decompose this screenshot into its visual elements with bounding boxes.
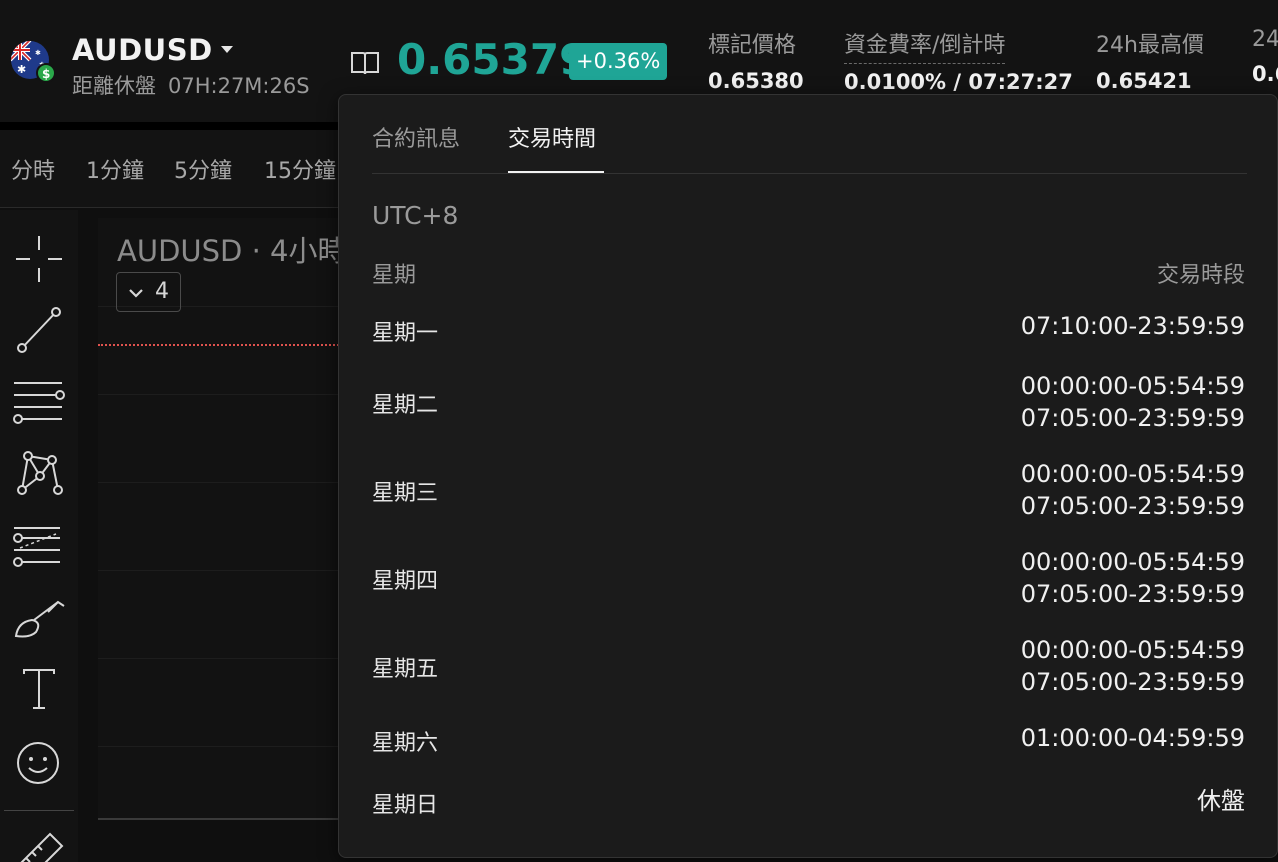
session-range: 07:05:00-23:59:59	[1020, 404, 1245, 432]
svg-text:$: $	[42, 67, 50, 81]
stat-24h-high: 24h最高價 0.65421	[1096, 27, 1204, 93]
last-price: 0.65379	[397, 35, 589, 84]
timeframe-1m[interactable]: 1分鐘	[86, 153, 144, 185]
stat-funding-rate[interactable]: 資金費率/倒計時 0.0100% / 07:27:27	[844, 27, 1073, 94]
schedule-session-tue: 00:00:00-05:54:59 07:05:00-23:59:59	[1021, 370, 1245, 434]
stat-value: 0.65421	[1096, 69, 1192, 93]
schedule-session-sun: 休盤	[1197, 785, 1245, 817]
contract-info-popup: 合約訊息 交易時間 UTC+8 星期 交易時段 星期一 07:10:00-23:…	[338, 94, 1278, 858]
schedule-session-wed: 00:00:00-05:54:59 07:05:00-23:59:59	[1021, 458, 1245, 522]
schedule-session-fri: 00:00:00-05:54:59 07:05:00-23:59:59	[1021, 634, 1245, 698]
ruler-icon	[20, 832, 64, 862]
svg-text:✱: ✱	[17, 63, 26, 76]
crosshair-icon	[16, 236, 62, 282]
schedule-day-tue: 星期二	[372, 393, 439, 418]
session-range: 00:00:00-05:54:59	[1020, 372, 1245, 400]
market-status: 距離休盤 07H:27M:26S	[72, 70, 310, 100]
timeframe-5m[interactable]: 5分鐘	[174, 153, 232, 185]
session-range: 00:00:00-05:54:59	[1020, 460, 1245, 488]
close-countdown: 07H:27M:26S	[168, 74, 310, 98]
horizontal-lines-tool[interactable]	[12, 375, 66, 429]
stat-label: 24h最高價	[1096, 33, 1204, 58]
brush-icon	[14, 600, 65, 638]
fib-icon	[13, 527, 60, 567]
stat-value: 0.0100% / 07:27:27	[844, 70, 1073, 94]
stat-value: 0.65380	[708, 69, 804, 93]
column-header-session: 交易時段	[1156, 263, 1245, 288]
timeframe-tick[interactable]: 分時	[11, 153, 55, 185]
schedule-day-sat: 星期六	[372, 731, 439, 756]
tab-divider	[372, 173, 1247, 174]
crosshair-tool[interactable]	[12, 232, 66, 286]
emoji-tool[interactable]	[12, 736, 66, 790]
book-icon[interactable]	[350, 50, 380, 76]
fib-tool[interactable]	[12, 518, 66, 572]
timezone-label: UTC+8	[372, 201, 459, 230]
stat-label: 標記價格	[708, 33, 797, 58]
stat-mark-price: 標記價格 0.65380	[708, 27, 804, 93]
symbol-dropdown-icon[interactable]	[220, 44, 234, 54]
session-range: 07:10:00-23:59:59	[1020, 312, 1245, 340]
pattern-tool[interactable]	[12, 446, 66, 500]
timeframe-15m[interactable]: 15分鐘	[264, 153, 336, 185]
session-range: 00:00:00-05:54:59	[1020, 636, 1245, 664]
ruler-tool[interactable]	[12, 826, 66, 862]
column-header-day: 星期	[372, 263, 417, 288]
chart-title: AUDUSD · 4小時	[117, 234, 347, 268]
brush-tool[interactable]	[12, 596, 66, 650]
tab-trading-hours[interactable]: 交易時間	[508, 121, 596, 153]
session-range: 01:00:00-04:59:59	[1020, 724, 1245, 752]
schedule-day-fri: 星期五	[372, 657, 439, 682]
horizontal-lines-icon	[13, 382, 65, 424]
schedule-day-mon: 星期一	[372, 321, 439, 346]
stat-label: 24	[1252, 27, 1278, 52]
au-flag-icon: ✱ ✱ ✱ $	[11, 41, 54, 83]
drawing-toolbar	[0, 210, 78, 862]
text-icon	[23, 669, 55, 709]
schedule-day-thu: 星期四	[372, 569, 439, 594]
market-status-label: 距離休盤	[72, 74, 156, 98]
trend-line-icon	[17, 307, 61, 353]
tab-contract-info[interactable]: 合約訊息	[372, 121, 460, 153]
schedule-session-mon: 07:10:00-23:59:59	[1021, 310, 1245, 342]
session-range: 07:05:00-23:59:59	[1020, 668, 1245, 696]
text-tool[interactable]	[12, 662, 66, 716]
trend-line-tool[interactable]	[12, 302, 66, 356]
symbol-name[interactable]: AUDUSD	[72, 33, 213, 67]
schedule-session-sat: 01:00:00-04:59:59	[1021, 722, 1245, 754]
stat-value: 0.6	[1252, 62, 1278, 86]
stat-label: 資金費率/倒計時	[844, 27, 1006, 64]
schedule-day-sun: 星期日	[372, 793, 439, 818]
indicator-count: 4	[155, 279, 169, 304]
session-range: 07:05:00-23:59:59	[1020, 580, 1245, 608]
session-closed: 休盤	[1197, 787, 1245, 815]
chevron-down-icon	[129, 289, 143, 298]
session-range: 07:05:00-23:59:59	[1020, 492, 1245, 520]
trading-page: ✱ ✱ ✱ $ AUDUSD 距離休盤 07H:27M:26S 0.65379 +…	[0, 0, 1278, 862]
schedule-day-wed: 星期三	[372, 481, 439, 506]
emoji-icon	[17, 742, 59, 784]
session-range: 00:00:00-05:54:59	[1020, 548, 1245, 576]
change-badge: +0.36%	[569, 43, 668, 80]
stat-24h-low: 24 0.6	[1252, 27, 1278, 86]
toolbar-divider	[4, 810, 74, 811]
svg-text:✱: ✱	[35, 49, 41, 57]
pattern-icon	[17, 451, 63, 495]
schedule-session-thu: 00:00:00-05:54:59 07:05:00-23:59:59	[1021, 546, 1245, 610]
indicator-toggle[interactable]: 4	[116, 272, 181, 312]
